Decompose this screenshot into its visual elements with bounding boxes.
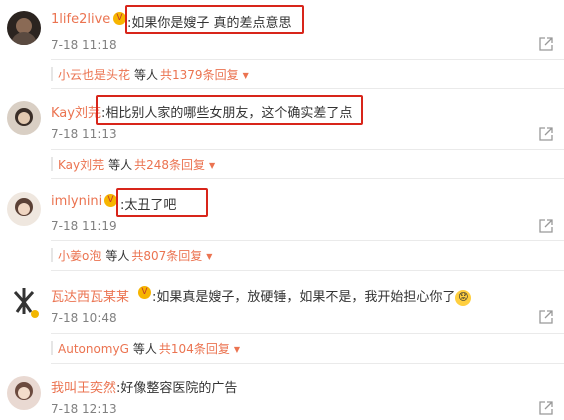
caret-down-icon[interactable]: ▼ [243,71,249,80]
reply-indicator [51,341,53,355]
comment-username[interactable]: 我叫王奕然 [51,377,116,396]
divider [51,149,564,150]
share-icon[interactable] [538,36,554,52]
reply-count[interactable]: 共1379条回复 [160,68,239,82]
highlight-box [116,188,208,217]
comment-username[interactable]: 瓦达西瓦某某 [51,286,129,305]
avatar[interactable] [7,284,41,318]
reply-indicator [51,67,53,81]
divider [51,178,564,179]
reply-middle-text: 等人 [134,68,159,82]
avatar[interactable] [7,192,41,226]
reply-username[interactable]: 小姜o泡 [58,249,101,263]
divider [51,59,564,60]
divider [51,240,564,241]
comment-text: :如果真是嫂子，放硬锤，如果不是，我开始担心你了 😟 [152,286,472,306]
reply-username[interactable]: AutonomyG [58,342,129,356]
comment-text: :好像整容医院的广告 [116,381,238,396]
reply-summary[interactable]: Kay刘芫 等人 共248条回复 ▼ [58,156,215,173]
divider [51,88,564,89]
reply-summary[interactable]: AutonomyG 等人 共104条回复 ▼ [58,340,240,357]
share-icon[interactable] [538,309,554,325]
comment-time: 7-18 11:18 [51,38,117,52]
reply-middle-text: 等人 [105,249,130,263]
caret-down-icon[interactable]: ▼ [206,252,212,261]
comment-time: 7-18 11:19 [51,219,117,233]
reply-count[interactable]: 共248条回复 [134,158,205,172]
avatar[interactable] [7,101,41,135]
comment-time: 7-18 10:48 [51,311,117,325]
avatar[interactable] [7,11,41,45]
divider [51,333,564,334]
reply-count[interactable]: 共807条回复 [131,249,202,263]
reply-summary[interactable]: 小姜o泡 等人 共807条回复 ▼ [58,247,212,264]
comment-time: 7-18 12:13 [51,402,117,416]
reply-username[interactable]: 小云也是头花 [58,68,130,82]
reply-middle-text: 等人 [132,342,157,356]
reply-middle-text: 等人 [108,158,133,172]
share-icon[interactable] [538,126,554,142]
caret-down-icon[interactable]: ▼ [234,345,240,354]
comment-username[interactable]: imlynini [51,194,102,209]
divider [51,363,564,364]
avatar[interactable] [7,376,41,410]
reply-count[interactable]: 共104条回复 [159,342,230,356]
comment-time: 7-18 11:13 [51,127,117,141]
comment-username[interactable]: Kay刘芫 [51,102,101,121]
comment-text-body: :如果真是嫂子，放硬锤，如果不是，我开始担心你了 [152,290,456,305]
highlight-box [125,5,304,34]
comment-username[interactable]: 1life2live [51,12,110,27]
divider [51,270,564,271]
reply-indicator [51,157,53,171]
reply-username[interactable]: Kay刘芫 [58,158,104,172]
share-icon[interactable] [538,218,554,234]
worried-emoji-icon: 😟 [455,289,472,306]
caret-down-icon[interactable]: ▼ [209,161,215,170]
highlight-box [96,95,363,125]
vip-badge-icon: V [138,286,151,299]
reply-indicator [51,248,53,262]
share-icon[interactable] [538,400,554,416]
reply-summary[interactable]: 小云也是头花 等人 共1379条回复 ▼ [58,66,249,83]
